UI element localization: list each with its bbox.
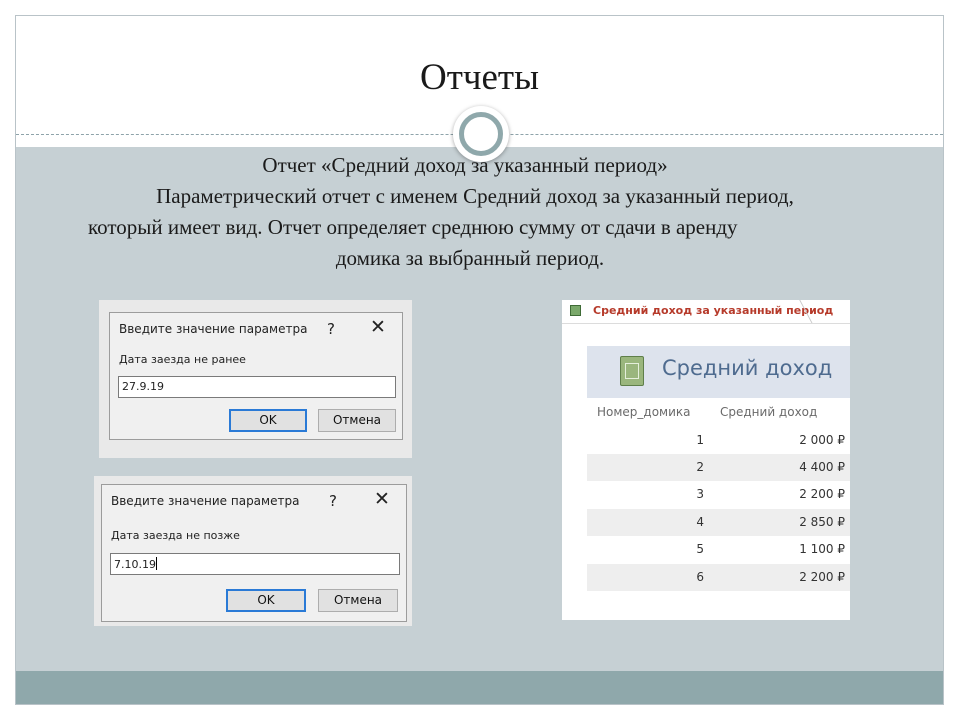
- report-title: Средний доход: [662, 356, 833, 380]
- help-icon[interactable]: ?: [327, 320, 335, 338]
- parameter-dialog-from: Введите значение параметра ? ✕ Дата заез…: [109, 312, 403, 440]
- average-income: 2 200 ₽: [799, 487, 845, 501]
- cancel-button[interactable]: Отмена: [318, 589, 398, 612]
- average-income: 1 100 ₽: [799, 542, 845, 556]
- house-number: 6: [696, 570, 704, 584]
- slide-paragraph-line-2: который имеет вид. Отчет определяет сред…: [88, 215, 738, 239]
- footer-band: [16, 671, 943, 704]
- table-row: 3 2 200 ₽: [587, 481, 850, 508]
- report-icon: [620, 356, 644, 386]
- report-icon-detail: [625, 363, 639, 379]
- close-icon[interactable]: ✕: [374, 489, 390, 509]
- dialog-screenshot-1: Введите значение параметра ? ✕ Дата заез…: [99, 300, 412, 458]
- parameter-input[interactable]: 7.10.19: [110, 553, 400, 575]
- dialog-title: Введите значение параметра: [111, 494, 300, 508]
- report-tab-icon: [570, 305, 581, 316]
- report-tab[interactable]: Средний доход за указанный период: [593, 304, 833, 317]
- column-header-house: Номер_домика: [597, 405, 691, 419]
- house-number: 1: [696, 433, 704, 447]
- close-icon[interactable]: ✕: [370, 317, 386, 337]
- parameter-dialog-to: Введите значение параметра ? ✕ Дата заез…: [101, 484, 407, 622]
- slide-text: Отчет «Средний доход за указанный период…: [60, 150, 870, 274]
- table-row: 6 2 200 ₽: [587, 564, 850, 591]
- average-income: 2 200 ₽: [799, 570, 845, 584]
- house-number: 3: [696, 487, 704, 501]
- parameter-label: Дата заезда не позже: [111, 529, 240, 542]
- dialog-title: Введите значение параметра: [119, 322, 308, 336]
- report-tab-edge: [799, 300, 850, 324]
- parameter-input-value: 7.10.19: [114, 558, 156, 571]
- parameter-input[interactable]: 27.9.19: [118, 376, 396, 398]
- cancel-button[interactable]: Отмена: [318, 409, 396, 432]
- help-icon[interactable]: ?: [329, 492, 337, 510]
- average-income: 2 850 ₽: [799, 515, 845, 529]
- column-header-income: Средний доход: [720, 405, 818, 419]
- house-number: 4: [696, 515, 704, 529]
- house-number: 2: [696, 460, 704, 474]
- dialog-screenshot-2: Введите значение параметра ? ✕ Дата заез…: [94, 476, 412, 626]
- table-row: 2 4 400 ₽: [587, 454, 850, 481]
- average-income: 4 400 ₽: [799, 460, 845, 474]
- report-tab-underline: [562, 323, 850, 324]
- ok-button[interactable]: OK: [229, 409, 307, 432]
- table-row: 5 1 100 ₽: [587, 536, 850, 563]
- parameter-label: Дата заезда не ранее: [119, 353, 246, 366]
- slide-heading: Отчет «Средний доход за указанный период…: [262, 153, 668, 177]
- ok-button[interactable]: OK: [226, 589, 306, 612]
- slide-title: Отчеты: [420, 57, 539, 98]
- average-income: 2 000 ₽: [799, 433, 845, 447]
- report-preview: Средний доход за указанный период Средни…: [562, 300, 850, 620]
- table-row: 1 2 000 ₽: [587, 427, 850, 454]
- house-number: 5: [696, 542, 704, 556]
- slide-paragraph-line-1: Параметрический отчет с именем Средний д…: [156, 184, 794, 208]
- text-caret: [156, 557, 157, 570]
- table-row: 4 2 850 ₽: [587, 509, 850, 536]
- report-header: Средний доход: [587, 346, 850, 398]
- slide-paragraph-line-3: домика за выбранный период.: [335, 246, 605, 270]
